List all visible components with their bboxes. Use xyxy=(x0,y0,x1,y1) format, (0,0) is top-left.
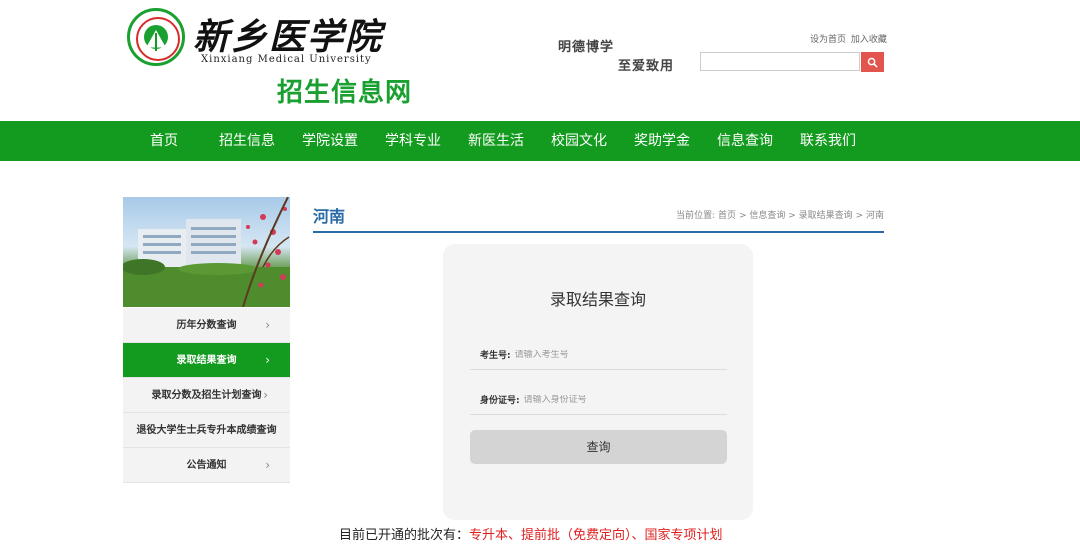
query-button[interactable]: 查询 xyxy=(470,430,727,464)
chevron-right-icon: › xyxy=(265,458,270,472)
batch-notice: 目前已开通的批次有：专升本、提前批（免费定向）、国家专项计划 xyxy=(339,524,723,543)
search-icon xyxy=(867,57,878,68)
main-navigation: 首页 招生信息 学院设置 学科专业 新医生活 校园文化 奖助学金 信息查询 联系… xyxy=(0,121,1080,161)
sidebar-item-admission-results[interactable]: 录取结果查询 › xyxy=(123,343,290,378)
exam-number-input[interactable] xyxy=(514,349,695,360)
search-input[interactable] xyxy=(700,52,860,71)
motto-line-2: 至爱致用 xyxy=(618,59,675,74)
top-links: 设为首页 加入收藏 xyxy=(808,32,887,45)
sidebar-item-veteran-upgrade-scores[interactable]: 退役大学生士兵专升本成绩查询 xyxy=(123,413,290,448)
site-header: 新乡医学院 Xinxiang Medical University 招生信息网 … xyxy=(0,0,1080,121)
search-button[interactable] xyxy=(861,52,884,72)
nav-colleges[interactable]: 学院设置 xyxy=(302,121,358,161)
breadcrumb-home[interactable]: 首页 xyxy=(718,211,736,221)
sidebar-item-label: 录取分数及招生计划查询 xyxy=(151,390,262,401)
sidebar-item-historical-scores[interactable]: 历年分数查询 › xyxy=(123,308,290,343)
breadcrumb-separator: > xyxy=(855,211,864,221)
sidebar-item-announcements[interactable]: 公告通知 › xyxy=(123,448,290,483)
breadcrumb-separator: > xyxy=(788,211,796,221)
chevron-right-icon: › xyxy=(263,388,268,402)
nav-info-query[interactable]: 信息查询 xyxy=(717,121,773,161)
sidebar-item-label: 录取结果查询 xyxy=(176,355,237,366)
campus-photo xyxy=(123,197,290,307)
id-number-input[interactable] xyxy=(523,394,704,405)
nav-majors[interactable]: 学科专业 xyxy=(385,121,441,161)
chevron-right-icon: › xyxy=(265,318,270,332)
breadcrumb: 当前位置: 首页 > 信息查询 > 录取结果查询 > 河南 xyxy=(676,208,884,221)
sidebar-item-scores-and-plans[interactable]: 录取分数及招生计划查询 › xyxy=(123,378,290,413)
add-favorite-link[interactable]: 加入收藏 xyxy=(851,35,887,45)
id-number-field: 身份证号: xyxy=(470,385,727,415)
breadcrumb-separator: > xyxy=(738,211,747,221)
set-homepage-link[interactable]: 设为首页 xyxy=(810,35,846,45)
breadcrumb-info-query[interactable]: 信息查询 xyxy=(749,211,785,221)
university-name-cn[interactable]: 新乡医学院 xyxy=(193,8,383,60)
campus-building-illustration xyxy=(123,197,290,307)
batch-notice-prefix: 目前已开通的批次有： xyxy=(339,528,470,543)
motto-line-1: 明德博学 xyxy=(558,40,615,55)
seal-emblem-icon xyxy=(146,29,166,51)
breadcrumb-admission-results[interactable]: 录取结果查询 xyxy=(799,211,853,221)
id-number-label: 身份证号: xyxy=(480,396,520,406)
university-name-en: Xinxiang Medical University xyxy=(201,54,372,65)
nav-campus-culture[interactable]: 校园文化 xyxy=(551,121,607,161)
university-seal-logo[interactable] xyxy=(127,8,185,66)
title-divider xyxy=(313,231,884,233)
nav-contact-us[interactable]: 联系我们 xyxy=(800,121,856,161)
sidebar-item-label: 历年分数查询 xyxy=(176,320,237,331)
batch-notice-list: 专升本、提前批（免费定向）、国家专项计划 xyxy=(469,528,723,543)
exam-number-field: 考生号: xyxy=(470,340,727,370)
nav-home[interactable]: 首页 xyxy=(150,121,178,161)
chevron-right-icon: › xyxy=(265,353,270,367)
form-title: 录取结果查询 xyxy=(549,290,646,309)
query-form-card: 录取结果查询 考生号: 身份证号: 查询 xyxy=(443,244,753,520)
site-title: 招生信息网 xyxy=(277,78,413,108)
nav-student-life[interactable]: 新医生活 xyxy=(468,121,524,161)
sidebar-item-label: 退役大学生士兵专升本成绩查询 xyxy=(136,425,277,436)
nav-scholarships[interactable]: 奖助学金 xyxy=(634,121,690,161)
exam-number-label: 考生号: xyxy=(480,351,511,361)
breadcrumb-current: 河南 xyxy=(865,211,884,221)
nav-admissions-info[interactable]: 招生信息 xyxy=(219,121,275,161)
page-title: 河南 xyxy=(313,207,346,226)
sidebar-menu: 历年分数查询 › 录取结果查询 › 录取分数及招生计划查询 › 退役大学生士兵专… xyxy=(123,308,290,483)
breadcrumb-prefix: 当前位置: xyxy=(676,211,716,221)
sidebar-item-label: 公告通知 xyxy=(186,460,227,471)
